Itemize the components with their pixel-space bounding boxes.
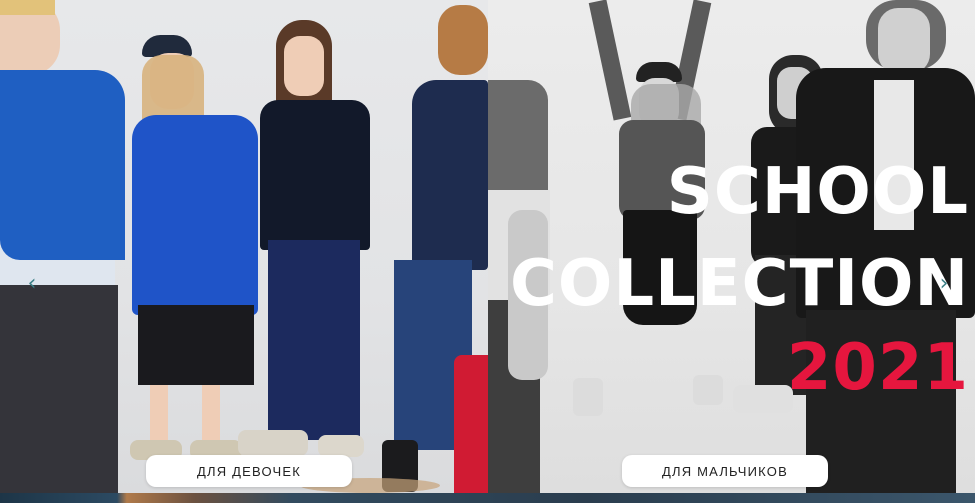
model-girl-blue-hoodie <box>130 35 260 465</box>
headline-school: SCHOOL <box>666 155 969 229</box>
model-boy-left <box>0 0 130 493</box>
model-girl-navy-jacket <box>238 20 373 460</box>
next-section-strip <box>0 493 975 503</box>
girls-collection-photo[interactable] <box>0 0 488 493</box>
headline-collection: COLLECTION <box>509 247 969 321</box>
boys-collection-photo[interactable]: SCHOOL COLLECTION 2021 <box>488 0 975 493</box>
headline-year: 2021 <box>786 331 969 405</box>
girls-collection-button[interactable]: ДЛЯ ДЕВОЧЕК <box>146 455 352 487</box>
model-boy-navy-blazer <box>382 0 488 493</box>
boys-collection-button[interactable]: ДЛЯ МАЛЬЧИКОВ <box>622 455 828 487</box>
chevron-right-icon[interactable]: › <box>934 270 954 296</box>
chevron-left-icon[interactable]: ‹ <box>22 270 42 296</box>
hero-banner[interactable]: SCHOOL COLLECTION 2021 ДЛЯ ДЕВОЧЕК ДЛЯ М… <box>0 0 975 503</box>
